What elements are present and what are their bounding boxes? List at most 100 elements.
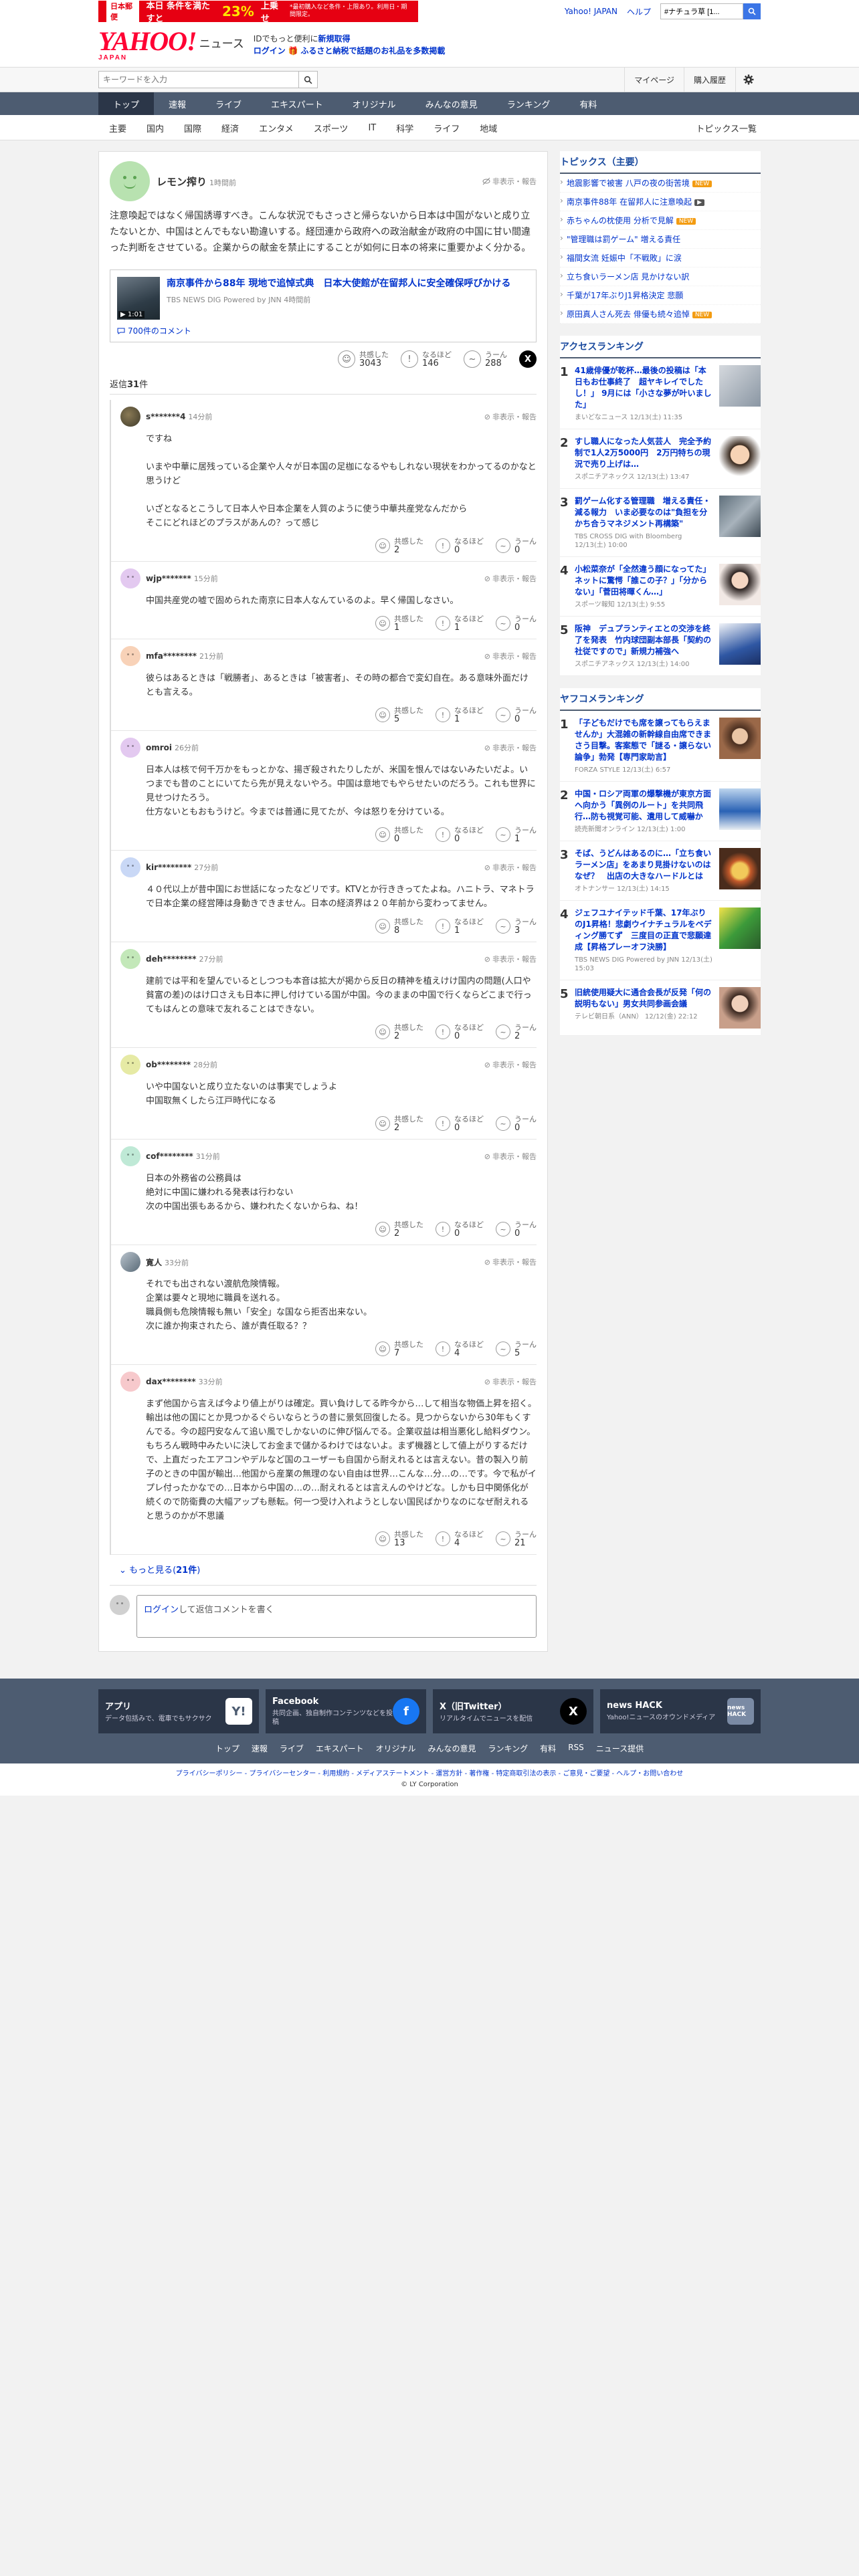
doubt-button[interactable]: ~ うーん 0 bbox=[496, 537, 537, 554]
reply-login-link[interactable]: ログイン bbox=[144, 1605, 179, 1615]
topic-item[interactable]: "管理職は罰ゲーム" 増える責任 bbox=[560, 230, 761, 249]
keyword-search-input[interactable] bbox=[98, 71, 299, 88]
purchase-history-link[interactable]: 購入履歴 bbox=[683, 68, 735, 92]
mypage-link[interactable]: マイページ bbox=[624, 68, 684, 92]
avatar[interactable] bbox=[120, 1252, 140, 1272]
insight-button[interactable]: ! なるほど 0 bbox=[436, 826, 484, 843]
show-more-button[interactable]: ⌄ もっと見る(21件) bbox=[119, 1563, 537, 1576]
nav-breaking[interactable]: 速報 bbox=[154, 92, 201, 115]
report-button[interactable]: ⊘ 非表示・報告 bbox=[484, 411, 537, 422]
cat-economy[interactable]: 経済 bbox=[211, 122, 249, 134]
yahoo-news-logo[interactable]: YAHOO! JAPAN ニュース bbox=[98, 28, 244, 62]
avatar[interactable] bbox=[120, 1372, 140, 1392]
nav-expert[interactable]: エキスパート bbox=[256, 92, 338, 115]
report-button[interactable]: 非表示・報告 bbox=[482, 176, 537, 187]
share-x-button[interactable]: X bbox=[519, 350, 537, 368]
insight-button[interactable]: ! なるほど 4 bbox=[436, 1340, 484, 1358]
insight-button[interactable]: ! なるほど 0 bbox=[436, 1220, 484, 1238]
furusato-link[interactable]: ふるさと納税で話題のお礼品を多数掲載 bbox=[300, 46, 445, 56]
ranking-item[interactable]: 3 罰ゲーム化する管理職 増える責任・減る報力 いま必要なのは"負担を分かち合う… bbox=[560, 489, 761, 557]
empathy-button[interactable]: ☺ 共感した 3043 bbox=[338, 350, 389, 368]
rank-title[interactable]: 阪神 デュプランティエとの交渉を終了を発表 竹内球団副本部長「契約の社従ですので… bbox=[575, 623, 714, 657]
ranking-item[interactable]: 2 すし職人になった人気芸人 完全予約制で1人2万5000円 2万円特ちの現況で… bbox=[560, 429, 761, 489]
report-button[interactable]: ⊘ 非表示・報告 bbox=[484, 742, 537, 753]
cat-world[interactable]: 国際 bbox=[174, 122, 211, 134]
footer-nav-item[interactable]: ライブ bbox=[280, 1743, 304, 1754]
footer-nav-item[interactable]: RSS bbox=[568, 1743, 584, 1754]
nav-opinions[interactable]: みんなの意見 bbox=[411, 92, 492, 115]
login-link[interactable]: ログイン bbox=[254, 46, 286, 56]
rank-thumbnail[interactable] bbox=[719, 987, 761, 1029]
rank-thumbnail[interactable] bbox=[719, 564, 761, 605]
topic-item[interactable]: 福間女流 妊娠中「不戦敗」に涙 bbox=[560, 249, 761, 267]
empathy-button[interactable]: ☺ 共感した 2 bbox=[375, 1220, 423, 1238]
ranking-item[interactable]: 1 41歳俳優が乾杯…最後の投稿は「本日もお仕事終了 超ヤキレイでしたし！」 9… bbox=[560, 358, 761, 429]
empathy-button[interactable]: ☺ 共感した 1 bbox=[375, 615, 423, 632]
rank-title[interactable]: そば、うどんはあるのに…「立ち食いラーメン店」をあまり見掛けないのはなぜ？ 出店… bbox=[575, 848, 714, 882]
doubt-button[interactable]: ~ うーん 2 bbox=[496, 1023, 537, 1041]
cat-life[interactable]: ライフ bbox=[423, 122, 470, 134]
rank-title[interactable]: すし職人になった人気芸人 完全予約制で1人2万5000円 2万円特ちの現況で売り… bbox=[575, 436, 714, 470]
ranking-item[interactable]: 5 旧統使用疑大に通合会長が反発「何の説明もない」男女共同参画会議 テレビ朝日系… bbox=[560, 980, 761, 1036]
footer-links[interactable]: プライバシーポリシー - プライバシーセンター - 利用規約 - メディアステー… bbox=[176, 1770, 684, 1778]
rank-thumbnail[interactable] bbox=[719, 788, 761, 830]
promo-banner[interactable]: 日本郵便 本日 条件を満たすと 23% 上乗せ *最初購入など条件・上限あり。利… bbox=[98, 0, 418, 24]
reply-user[interactable]: omroi 26分前 bbox=[146, 742, 199, 753]
footer-nav-item[interactable]: ニュース提供 bbox=[596, 1743, 644, 1754]
empathy-button[interactable]: ☺ 共感した 0 bbox=[375, 826, 423, 843]
rank-title[interactable]: 中国・ロシア両軍の爆撃機が東京方面へ向かう「異例のルート」を共同飛行…防も視覚可… bbox=[575, 788, 714, 823]
report-button[interactable]: ⊘ 非表示・報告 bbox=[484, 1151, 537, 1162]
related-article[interactable]: ▶ 1:01 南京事件から88年 現地で追悼式典 日本大使館が在留邦人に安全確保… bbox=[110, 270, 537, 342]
doubt-button[interactable]: ~ うーん 0 bbox=[496, 615, 537, 632]
cat-entertainment[interactable]: エンタメ bbox=[249, 122, 304, 134]
report-button[interactable]: ⊘ 非表示・報告 bbox=[484, 573, 537, 584]
doubt-button[interactable]: ~ うーん 288 bbox=[464, 350, 507, 368]
ranking-item[interactable]: 4 ジェフユナイテッド千葉、17年ぶりのJ1昇格！悲劇ウイナチュラルをペディング… bbox=[560, 901, 761, 980]
avatar[interactable] bbox=[120, 568, 140, 588]
cat-sports[interactable]: スポーツ bbox=[304, 122, 359, 134]
insight-button[interactable]: ! なるほど 0 bbox=[436, 1023, 484, 1041]
rank-title[interactable]: 小松菜奈が「全然違う顔になってた」ネットに驚愕「誰この子？」「分からない」「菅田… bbox=[575, 564, 714, 598]
cat-main[interactable]: 主要 bbox=[98, 122, 136, 134]
article-title[interactable]: 南京事件から88年 現地で追悼式典 日本大使館が在留邦人に安全確保呼びかける bbox=[167, 277, 510, 290]
doubt-button[interactable]: ~ うーん 3 bbox=[496, 918, 537, 935]
reply-user[interactable]: dax******** 33分前 bbox=[146, 1376, 223, 1387]
ranking-item[interactable]: 1 「子どもだけでも席を譲ってもらえませんか」大混雑の新幹線自由席できまさう目撃… bbox=[560, 711, 761, 782]
doubt-button[interactable]: ~ うーん 0 bbox=[496, 706, 537, 724]
reply-user[interactable]: 寛人 33分前 bbox=[146, 1257, 189, 1268]
empathy-button[interactable]: ☺ 共感した 13 bbox=[375, 1530, 423, 1547]
avatar[interactable] bbox=[120, 949, 140, 969]
topic-item[interactable]: 地震影響で被害 八戸の夜の街苦境NEW bbox=[560, 174, 761, 193]
footer-nav-item[interactable]: トップ bbox=[215, 1743, 240, 1754]
help-link[interactable]: ヘルプ bbox=[627, 6, 651, 17]
rank-thumbnail[interactable] bbox=[719, 496, 761, 537]
report-button[interactable]: ⊘ 非表示・報告 bbox=[484, 1059, 537, 1070]
nav-paid[interactable]: 有料 bbox=[565, 92, 611, 115]
rank-thumbnail[interactable] bbox=[719, 907, 761, 949]
nav-top[interactable]: トップ bbox=[98, 92, 155, 115]
doubt-button[interactable]: ~ うーん 21 bbox=[496, 1530, 537, 1547]
reply-user[interactable]: mfa******** 21分前 bbox=[146, 651, 223, 661]
topic-item[interactable]: 千葉が17年ぶりJ1昇格決定 悲願 bbox=[560, 286, 761, 305]
footer-card[interactable]: アプリ データ包括みで、電車でもサクサク Y! bbox=[98, 1689, 259, 1733]
avatar[interactable] bbox=[120, 646, 140, 666]
ranking-item[interactable]: 5 阪神 デュプランティエとの交渉を終了を発表 竹内球団副本部長「契約の社従です… bbox=[560, 617, 761, 676]
article-comments-link[interactable]: 700件のコメント bbox=[117, 325, 529, 336]
keyword-search-button[interactable] bbox=[299, 71, 318, 88]
rank-title[interactable]: 罰ゲーム化する管理職 増える責任・減る報力 いま必要なのは"負担を分かち合うマネ… bbox=[575, 496, 714, 530]
cat-local[interactable]: 地域 bbox=[470, 122, 507, 134]
reply-user[interactable]: wjp******* 15分前 bbox=[146, 573, 218, 584]
reply-user[interactable]: kir******** 27分前 bbox=[146, 862, 218, 873]
reply-input[interactable]: ログインして返信コメントを書く bbox=[136, 1595, 537, 1638]
footer-card[interactable]: Facebook 共同企画、独自制作コンテンツなどを投稿 f bbox=[266, 1689, 426, 1733]
report-button[interactable]: ⊘ 非表示・報告 bbox=[484, 1257, 537, 1267]
topic-item[interactable]: 原田真人さん死去 俳優も続々追悼NEW bbox=[560, 305, 761, 324]
report-button[interactable]: ⊘ 非表示・報告 bbox=[484, 651, 537, 661]
rank-title[interactable]: ジェフユナイテッド千葉、17年ぶりのJ1昇格！悲劇ウイナチュラルをペディング勝て… bbox=[575, 907, 714, 953]
footer-nav-item[interactable]: エキスパート bbox=[316, 1743, 364, 1754]
footer-card[interactable]: news HACK Yahoo!ニュースのオウンドメディア news HACK bbox=[600, 1689, 761, 1733]
cat-science[interactable]: 科学 bbox=[386, 122, 423, 134]
reply-user[interactable]: deh******** 27分前 bbox=[146, 954, 223, 964]
nav-live[interactable]: ライブ bbox=[201, 92, 256, 115]
report-button[interactable]: ⊘ 非表示・報告 bbox=[484, 1376, 537, 1387]
